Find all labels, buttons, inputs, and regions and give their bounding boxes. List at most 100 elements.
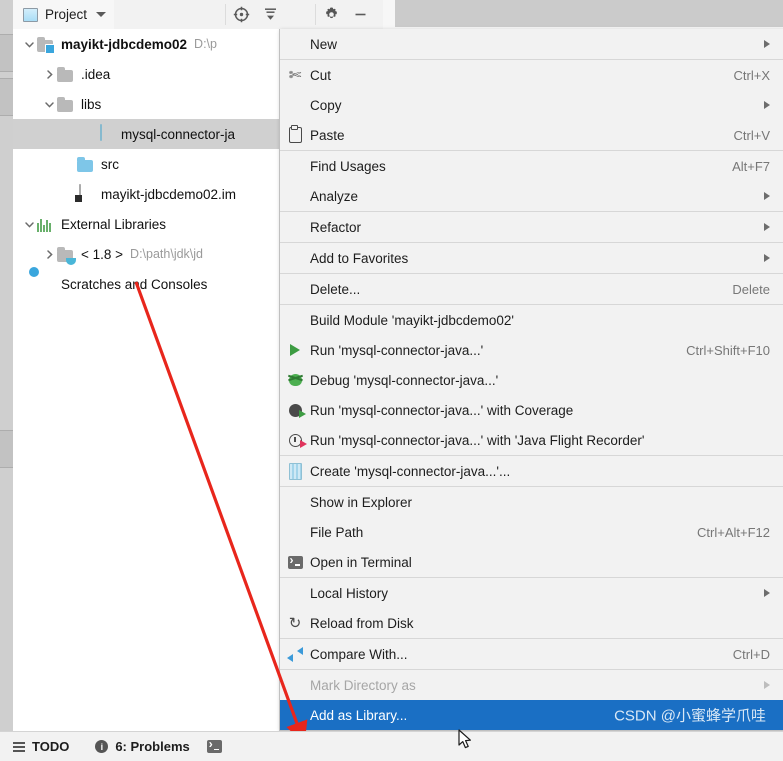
menu-item-label: Run 'mysql-connector-java...' with Cover… [310,402,574,418]
menu-item-label: Run 'mysql-connector-java...' [310,342,484,358]
tool-strip-tab[interactable] [0,430,13,468]
menu-item-icon-slot [280,151,310,181]
problems-info-icon: i [95,740,109,753]
left-tool-strip [0,0,14,761]
folder-icon [57,65,75,83]
menu-item[interactable]: Create 'mysql-connector-java...'... [280,456,783,486]
menu-item[interactable]: Delete... Delete [280,274,783,304]
menu-item[interactable]: Paste Ctrl+V [280,120,783,150]
menu-item-icon-slot [280,243,310,273]
menu-item[interactable]: Add as Library... CSDN @小蜜蜂学爪哇 [280,700,783,730]
menu-item[interactable]: Debug 'mysql-connector-java...' [280,365,783,395]
menu-item-label: Show in Explorer [310,494,413,510]
menu-item[interactable]: Open in Terminal [280,547,783,577]
chevron-down-icon[interactable] [96,12,107,17]
menu-item-icon-slot [280,670,310,700]
menu-item[interactable]: Run 'mysql-connector-java...' with Cover… [280,395,783,425]
menu-item-label: Open in Terminal [310,554,412,570]
todo-list-icon [13,741,25,752]
menu-item-label: Cut [310,67,332,83]
status-item-label: 6: Problems [115,739,190,754]
chevron-down-icon[interactable] [21,209,37,239]
iml-file-icon [77,184,95,203]
status-item-todo[interactable]: TODO [0,732,82,761]
chevron-down-icon[interactable] [41,89,57,119]
status-item-terminal[interactable] [203,732,242,761]
menu-item-label: Reload from Disk [310,615,414,631]
tool-strip-tab[interactable] [0,78,13,116]
menu-item-label: Find Usages [310,158,386,174]
menu-item[interactable]: Run 'mysql-connector-java...' with 'Java… [280,425,783,455]
submenu-arrow-icon [764,223,770,231]
tree-row-path: D:\path\jdk\jd [130,247,204,261]
csdn-watermark: CSDN @小蜜蜂学爪哇 [614,707,766,725]
menu-item[interactable]: Find Usages Alt+F7 [280,151,783,181]
tree-row[interactable]: Scratches and Consoles [13,269,279,299]
scissors-icon: ✄ [288,66,302,84]
status-item-problems[interactable]: i 6: Problems [82,732,202,761]
menu-item[interactable]: New [280,29,783,59]
tree-row[interactable]: mayikt-jdbcdemo02 D:\p [13,29,279,59]
jar-file-icon [280,456,310,486]
tool-strip-tab[interactable] [0,34,13,72]
menu-item[interactable]: ✄ Cut Ctrl+X [280,60,783,90]
settings-gear-icon[interactable] [317,0,346,29]
chevron-right-icon[interactable] [41,239,57,269]
tree-row[interactable]: mysql-connector-ja [13,119,279,149]
menu-item-label: Debug 'mysql-connector-java...' [310,372,499,388]
flight-recorder-icon [280,425,310,455]
tree-row[interactable]: .idea [13,59,279,89]
locate-target-icon[interactable] [227,0,256,29]
menu-item-label: Local History [310,585,389,601]
menu-item-label: Mark Directory as [310,677,416,693]
tree-row[interactable]: libs [13,89,279,119]
menu-item[interactable]: Add to Favorites [280,243,783,273]
tree-expander-spacer [61,179,77,209]
menu-item-shortcut: Ctrl+Alt+F12 [697,524,770,540]
reload-icon: ↻ [288,614,302,632]
menu-item[interactable]: ↻ Reload from Disk [280,608,783,638]
tree-row[interactable]: < 1.8 > D:\path\jdk\jd [13,239,279,269]
menu-item[interactable]: Local History [280,578,783,608]
menu-item[interactable]: Copy [280,90,783,120]
collapse-all-icon[interactable] [256,0,285,29]
menu-item[interactable]: Run 'mysql-connector-java...' Ctrl+Shift+… [280,335,783,365]
menu-item-icon-slot [280,90,310,120]
project-tab-label: Project [45,7,88,22]
toolbar-divider [225,4,226,25]
tree-row-label: Scratches and Consoles [61,276,208,292]
tree-row[interactable]: src [13,149,279,179]
module-folder-icon [37,35,55,54]
chevron-down-icon[interactable] [21,29,37,59]
tree-row-label: src [101,156,119,172]
menu-item[interactable]: File Path Ctrl+Alt+F12 [280,517,783,547]
menu-item-icon-slot [280,305,310,335]
menu-item[interactable]: Build Module 'mayikt-jdbcdemo02' [280,305,783,335]
menu-item-shortcut: Ctrl+V [733,127,770,143]
tree-row[interactable]: External Libraries [13,209,279,239]
menu-item-shortcut: Ctrl+Shift+F10 [686,342,770,358]
project-tab[interactable]: Project [13,0,115,29]
project-panel-icon [23,7,38,22]
coverage-icon [280,395,310,425]
menu-item[interactable]: Analyze [280,181,783,211]
menu-item[interactable]: Compare With... Ctrl+D [280,639,783,669]
menu-item-icon-slot [280,29,310,59]
tree-expander-spacer [61,149,77,179]
submenu-arrow-icon [764,681,770,689]
tree-row[interactable]: mayikt-jdbcdemo02.im [13,179,279,209]
run-play-icon [280,335,310,365]
tree-row-path: D:\p [194,37,217,51]
chevron-right-icon[interactable] [41,59,57,89]
menu-item-icon-slot [280,517,310,547]
menu-item[interactable]: Show in Explorer [280,487,783,517]
menu-item-icon-slot [280,487,310,517]
menu-item[interactable]: Refactor [280,212,783,242]
header-filler-dark [395,0,783,27]
hide-panel-icon[interactable] [346,0,375,29]
menu-item-label: File Path [310,524,364,540]
menu-item-label: Analyze [310,188,359,204]
menu-item-shortcut: Ctrl+D [732,646,770,662]
panel-toolbar-group-1 [227,0,285,29]
clipboard-icon [280,120,310,150]
